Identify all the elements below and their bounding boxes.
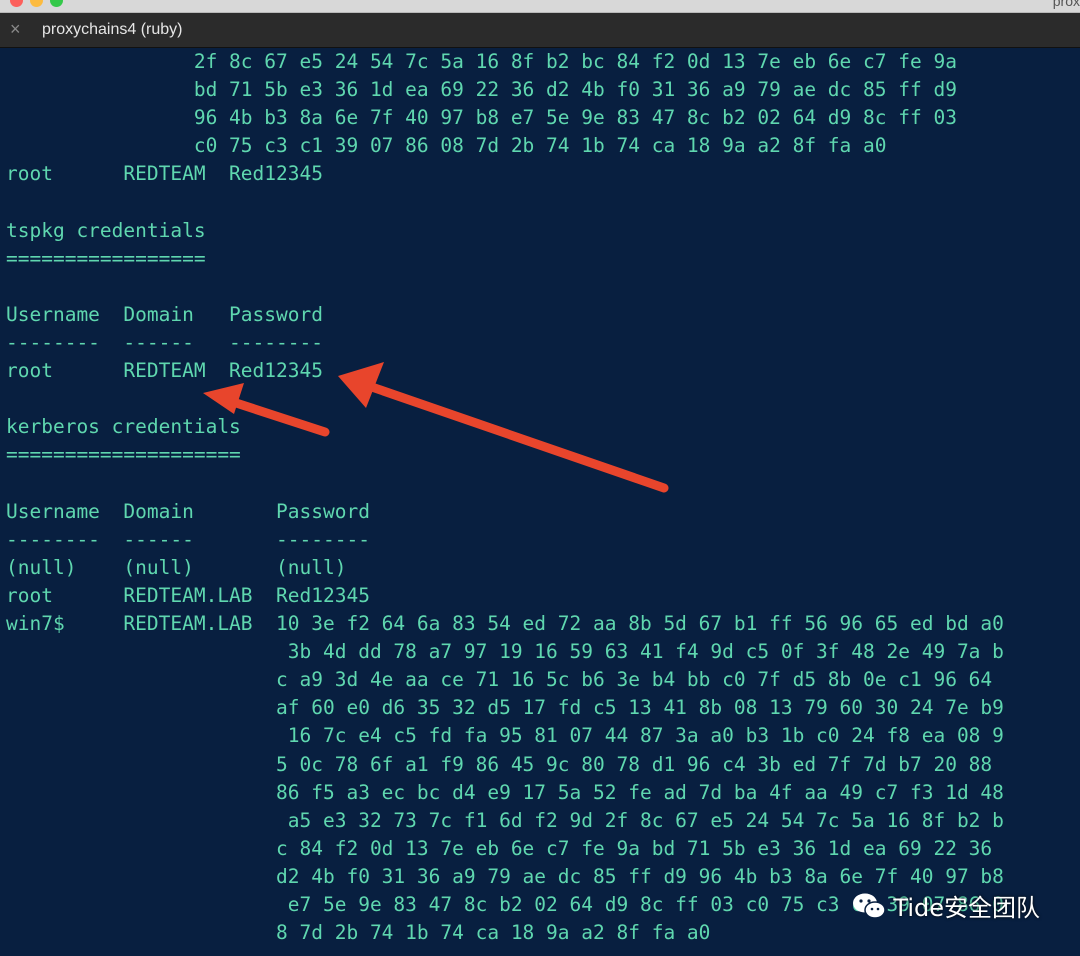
terminal-line: af 60 e0 d6 35 32 d5 17 fd c5 13 41 8b 0… [6,696,1004,720]
terminal-line: d2 4b f0 31 36 a9 79 ae dc 85 ff d9 96 4… [6,864,1004,888]
terminal-line: root REDTEAM.LAB Red12345 [6,583,370,607]
watermark: Tide安全团队 [851,888,1040,923]
tab-bar: × proxychains4 (ruby) [0,13,1080,48]
terminal-line: 2f 8c 67 e5 24 54 7c 5a 16 8f b2 bc 84 f… [6,50,957,73]
terminal-line: Username Domain Password [6,499,370,523]
wechat-icon [853,893,887,919]
tab-title[interactable]: proxychains4 (ruby) [42,21,183,39]
terminal-line: c a9 3d 4e aa ce 71 16 5c b6 3e b4 bb c0… [6,668,993,692]
terminal-line: 5 0c 78 6f a1 f9 86 45 9c 80 78 d1 96 c4… [6,752,993,776]
terminal-line: kerberos credentials [6,415,241,439]
terminal-line: Username Domain Password [6,302,323,326]
close-window-button[interactable] [10,0,23,7]
terminal-line: (null) (null) (null) [6,555,347,579]
window-titlebar: prox [0,0,1080,13]
terminal-line: c 84 f2 0d 13 7e eb 6e c7 fe 9a bd 71 5b… [6,836,993,860]
terminal-line: win7$ REDTEAM.LAB 10 3e f2 64 6a 83 54 e… [6,612,1004,635]
terminal-line: ================= [6,246,206,270]
terminal-line: a5 e3 32 73 7c f1 6d f2 9d 2f 8c 67 e5 2… [6,808,1004,832]
terminal-output[interactable]: 2f 8c 67 e5 24 54 7c 5a 16 8f b2 bc 84 f… [0,48,1080,956]
terminal-line: -------- ------ -------- [6,527,370,551]
terminal-line: 86 f5 a3 ec bc d4 e9 17 5a 52 fe ad 7d b… [6,780,1004,804]
window-title: prox [1052,0,1080,9]
terminal-line: -------- ------ -------- [6,331,323,354]
watermark-text: Tide安全团队 [893,894,1040,922]
minimize-window-button[interactable] [30,0,43,7]
terminal-line: root REDTEAM Red12345 [6,359,323,383]
terminal-line: bd 71 5b e3 36 1d ea 69 22 36 d2 4b f0 3… [6,78,957,102]
zoom-window-button[interactable] [50,0,63,7]
terminal-line: root REDTEAM Red12345 [6,162,323,186]
terminal-line: 16 7c e4 c5 fd fa 95 81 07 44 87 3a a0 b… [6,724,1004,748]
terminal-line: 3b 4d dd 78 a7 97 19 16 59 63 41 f4 9d c… [6,640,1004,664]
tab-close-icon[interactable]: × [10,19,28,39]
terminal-line: c0 75 c3 c1 39 07 86 08 7d 2b 74 1b 74 c… [6,134,887,158]
terminal-line: tspkg credentials [6,218,206,242]
terminal-line: 96 4b b3 8a 6e 7f 40 97 b8 e7 5e 9e 83 4… [6,106,957,130]
terminal-line: 8 7d 2b 74 1b 74 ca 18 9a a2 8f fa a0 [6,921,711,945]
terminal-line: ==================== [6,443,241,467]
